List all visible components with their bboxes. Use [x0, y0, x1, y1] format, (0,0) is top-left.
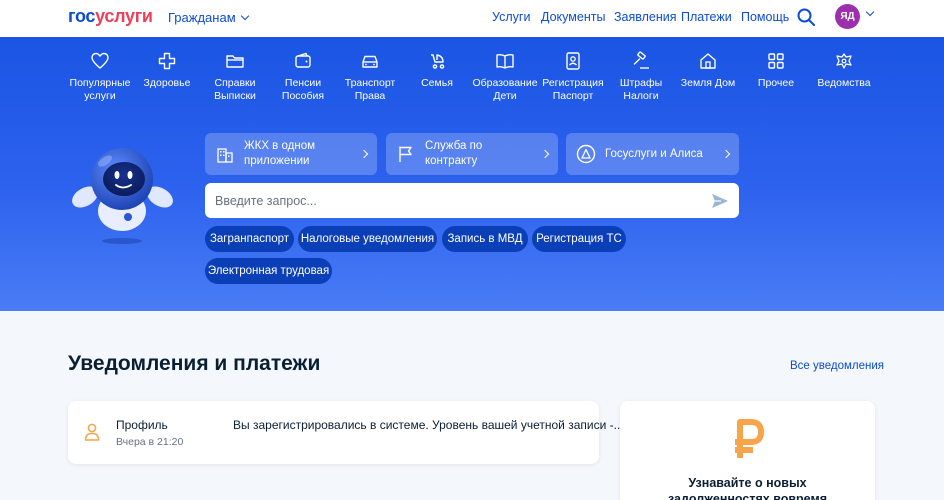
building-icon	[217, 148, 233, 163]
alice-icon	[576, 144, 596, 164]
search-input[interactable]	[215, 193, 711, 208]
section-title: Уведомления и платежи	[68, 352, 321, 375]
nav-help[interactable]: Помощь	[741, 10, 789, 24]
gosuslugi-logo[interactable]: госуслуги	[68, 6, 153, 27]
audience-label: Гражданам	[168, 10, 236, 25]
car-icon	[362, 55, 378, 68]
chevron-down-icon	[240, 11, 249, 21]
category-label: Популярные услуги	[69, 77, 131, 102]
stroller-icon	[431, 54, 445, 69]
category-registration[interactable]: Регистрация Паспорт	[540, 51, 606, 103]
gavel-icon	[633, 51, 649, 69]
promo-label: ЖКХ в одном приложении	[244, 140, 315, 167]
nav-payments[interactable]: Платежи	[681, 10, 732, 24]
category-label: Семья	[421, 77, 453, 89]
promo-label: Госуслуги и Алиса	[605, 147, 703, 160]
top-header: госуслуги Гражданам Услуги Документы Зая…	[0, 0, 944, 37]
category-label: Ведомства	[817, 77, 871, 89]
emblem-icon	[836, 53, 852, 69]
category-label: Штрафы Налоги	[619, 77, 663, 102]
chevron-down-icon[interactable]	[865, 7, 875, 17]
notification-time: Вчера в 21:20	[116, 436, 184, 448]
category-pensions[interactable]: Пенсии Пособия	[270, 51, 336, 103]
category-land-house[interactable]: Земля Дом	[675, 51, 741, 90]
search-bar	[205, 183, 739, 218]
category-label: Здоровье	[143, 77, 191, 89]
promo-alice[interactable]: Госуслуги и Алиса	[566, 133, 739, 175]
flag-icon	[399, 146, 412, 162]
ruble-icon	[735, 419, 764, 458]
wallet-icon	[295, 52, 311, 68]
notification-card[interactable]: Профиль Вчера в 21:20 Вы зарегистрировал…	[68, 401, 624, 464]
payment-reminder-text: Узнавайте о новых задолженностях вовремя	[667, 476, 827, 500]
category-family[interactable]: Семья	[404, 51, 470, 90]
chip-tax-notifications[interactable]: Налоговые уведомления	[298, 226, 437, 252]
user-icon	[84, 423, 100, 441]
category-health[interactable]: Здоровье	[134, 51, 200, 90]
chevron-right-icon	[359, 149, 369, 159]
nav-services[interactable]: Услуги	[492, 10, 530, 24]
category-transport[interactable]: Транспорт Права	[337, 51, 403, 103]
category-label: Регистрация Паспорт	[542, 77, 604, 102]
heart-icon	[91, 52, 109, 69]
category-label: Образование Дети	[472, 77, 538, 102]
category-label: Земля Дом	[680, 77, 736, 89]
category-certificates[interactable]: Справки Выписки	[202, 51, 268, 103]
nav-applications[interactable]: Заявления	[614, 10, 677, 24]
audience-dropdown[interactable]: Гражданам	[168, 10, 249, 25]
category-label: Пенсии Пособия	[281, 77, 325, 102]
robot-mascot-illustration	[72, 148, 173, 244]
category-fines[interactable]: Штрафы Налоги	[608, 51, 674, 103]
category-other[interactable]: Прочее	[743, 51, 809, 90]
folder-icon	[226, 55, 244, 68]
grid-icon	[768, 53, 784, 69]
chip-mvd-appointment[interactable]: Запись в МВД	[442, 226, 528, 252]
hero-banner: Популярные услуги Здоровье Справки Выпис…	[0, 37, 944, 311]
chip-electronic-workbook[interactable]: Электронная трудовая	[205, 258, 332, 284]
id-card-icon	[566, 52, 580, 70]
chip-international-passport[interactable]: Загранпаспорт	[205, 226, 294, 252]
category-label: Транспорт Права	[344, 77, 396, 102]
all-notifications-link[interactable]: Все уведомления	[790, 360, 884, 372]
category-departments[interactable]: Ведомства	[811, 51, 877, 90]
category-label: Прочее	[757, 77, 795, 89]
avatar[interactable]: ЯД	[835, 4, 860, 29]
category-popular[interactable]: Популярные услуги	[67, 51, 133, 103]
promo-contract-service[interactable]: Служба по контракту	[386, 133, 558, 175]
nav-documents[interactable]: Документы	[541, 10, 605, 24]
chevron-right-icon	[721, 149, 731, 159]
book-icon	[496, 53, 514, 69]
chip-vehicle-registration[interactable]: Регистрация ТС	[532, 226, 626, 252]
chevron-right-icon	[540, 149, 550, 159]
cross-icon	[158, 52, 176, 70]
house-icon	[700, 53, 716, 69]
promo-label: Служба по контракту	[425, 140, 483, 167]
notification-title: Профиль	[116, 418, 168, 432]
category-education[interactable]: Образование Дети	[472, 51, 538, 103]
category-label: Справки Выписки	[214, 77, 256, 102]
search-icon[interactable]	[797, 8, 815, 26]
promo-housing-app[interactable]: ЖКХ в одном приложении	[205, 133, 377, 175]
send-icon[interactable]	[711, 193, 729, 209]
payment-reminder-card[interactable]: Узнавайте о новых задолженностях вовремя	[620, 401, 875, 500]
notification-message: Вы зарегистрировались в системе. Уровень…	[233, 418, 624, 432]
